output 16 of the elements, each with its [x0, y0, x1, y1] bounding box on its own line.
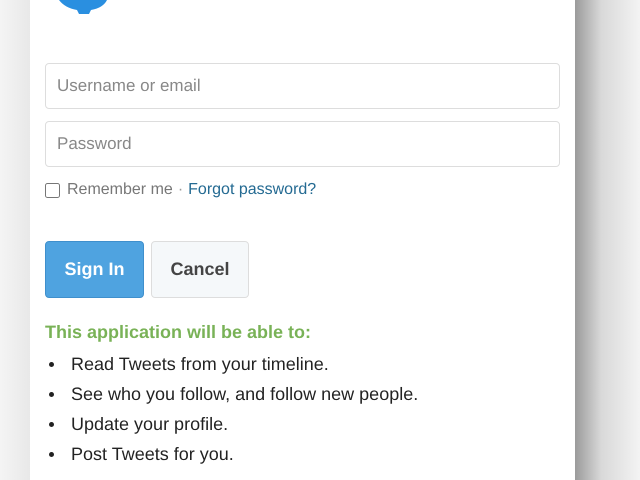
separator: ·: [178, 181, 184, 199]
permission-text: Post Tweets for you.: [71, 444, 234, 464]
remember-checkbox[interactable]: [45, 182, 60, 198]
cancel-button[interactable]: Cancel: [151, 241, 249, 298]
permission-text: See who you follow, and follow new people.: [71, 384, 418, 404]
bullet-icon: [49, 392, 54, 396]
permission-text: Read Tweets from your timeline.: [71, 354, 329, 374]
password-field[interactable]: Password: [45, 121, 560, 167]
permission-text: Update your profile.: [71, 414, 228, 434]
forgot-password-link[interactable]: Forgot password?: [188, 181, 316, 199]
bullet-icon: [49, 422, 54, 426]
username-field[interactable]: Username or email: [45, 63, 560, 109]
remember-label: Remember me: [67, 181, 173, 199]
bullet-icon: [49, 362, 54, 366]
bullet-icon: [49, 452, 54, 456]
permissions-heading: This application will be able to:: [45, 322, 312, 343]
